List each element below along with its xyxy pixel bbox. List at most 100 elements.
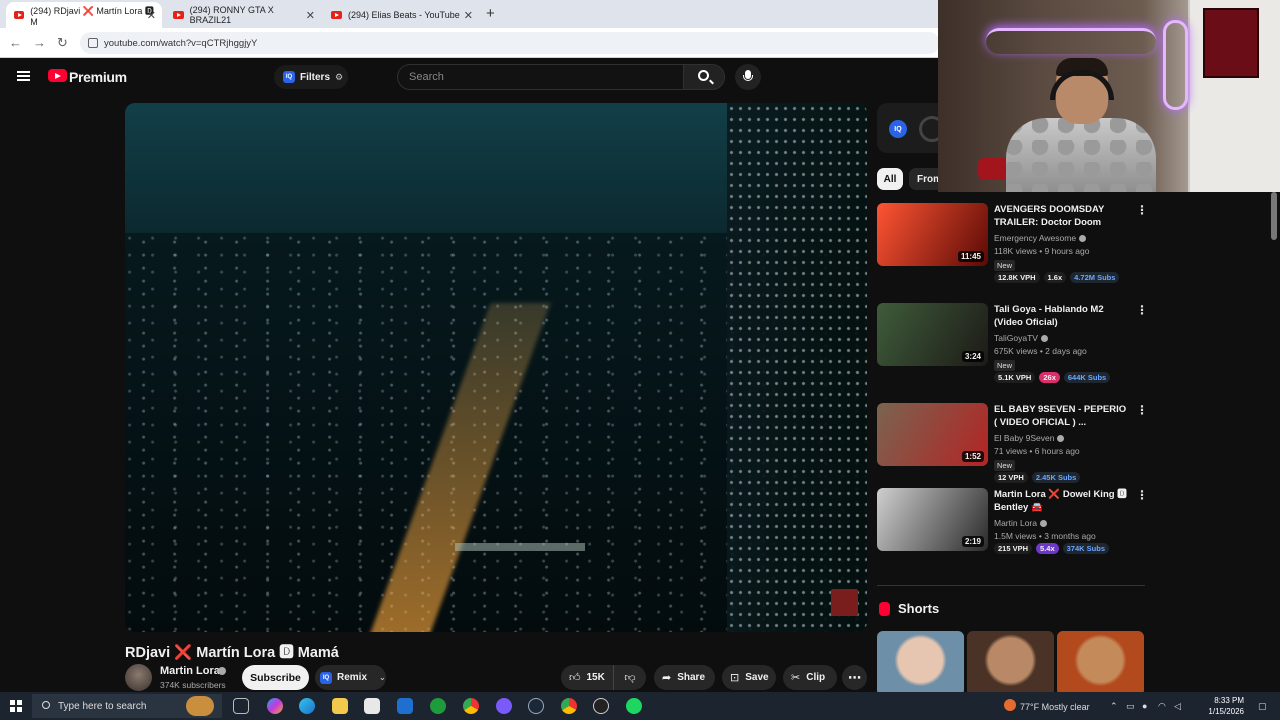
forward-icon[interactable]: → — [33, 35, 46, 50]
channel-name[interactable]: Martin Lora — [160, 665, 220, 677]
close-tab-icon[interactable]: ✕ — [147, 9, 156, 22]
url-field[interactable]: youtube.com/watch?v=qCTRjhggjyY — [80, 32, 940, 54]
recommendation-title[interactable]: AVENGERS DOOMSDAY TRAILER: Doctor Doom H… — [994, 203, 1128, 229]
reload-icon[interactable]: ↻ — [57, 35, 68, 51]
recommendation-channel[interactable]: Martin Lora — [994, 518, 1047, 528]
recommendation-item[interactable]: 11:45 AVENGERS DOOMSDAY TRAILER: Doctor … — [877, 203, 1148, 288]
dislike-button[interactable]: 👎︎ — [613, 665, 646, 690]
steam-icon[interactable] — [528, 698, 544, 714]
more-actions-button[interactable]: ⋯ — [842, 665, 867, 690]
browser-tab[interactable]: (294) Elias Beats - YouTube ✕ — [323, 2, 479, 28]
video-thumbnail[interactable]: 3:24 — [877, 303, 988, 366]
recommendation-channel[interactable]: TaliGoyaTV — [994, 333, 1048, 343]
webcam-streamer — [1006, 58, 1156, 192]
premium-logo-text[interactable]: Premium — [69, 69, 127, 85]
like-button[interactable]: 👍︎ 15K — [561, 665, 613, 690]
file-explorer-icon[interactable] — [332, 698, 348, 714]
recommendation-meta: 118K views • 9 hours ago — [994, 246, 1090, 256]
microphone-tray-icon[interactable]: ● — [1142, 701, 1147, 711]
video-thumbnail[interactable]: 11:45 — [877, 203, 988, 266]
recommendation-item[interactable]: 2:19 Martin Lora ❌ Dowel King 🅳 Bentley … — [877, 488, 1148, 558]
chrome-icon[interactable] — [463, 698, 479, 714]
notifications-icon[interactable]: ▢ — [1258, 701, 1267, 712]
weather-icon[interactable] — [1004, 699, 1016, 711]
youtube-logo-icon[interactable] — [48, 69, 67, 82]
task-view-icon[interactable] — [233, 698, 249, 714]
search-input[interactable]: Search — [397, 64, 683, 90]
windows-start-icon[interactable] — [10, 700, 22, 712]
hamburger-menu-icon[interactable] — [17, 71, 30, 81]
volume-icon[interactable]: ◁ — [1174, 701, 1181, 712]
xbox-icon[interactable] — [430, 698, 446, 714]
stats-row: 5.1K VPH 26x 644K Subs — [994, 372, 1111, 383]
copilot-icon[interactable] — [267, 698, 283, 714]
clock-date: 1/15/2026 — [1208, 707, 1244, 716]
weather-text[interactable]: 77°F Mostly clear — [1020, 702, 1090, 712]
video-thumbnail[interactable]: 2:19 — [877, 488, 988, 551]
tab-title: (294) Elias Beats - YouTube — [348, 10, 460, 20]
recommendation-item[interactable]: 1:52 EL BABY 9SEVEN - PEPERIO ( VIDEO OF… — [877, 403, 1148, 488]
search-button[interactable] — [683, 64, 725, 90]
short-thumbnail[interactable] — [877, 631, 964, 696]
recommendation-title[interactable]: Martin Lora ❌ Dowel King 🅳 Bentley 🚘 — [994, 488, 1128, 514]
close-tab-icon[interactable]: ✕ — [306, 9, 315, 22]
short-thumbnail[interactable] — [967, 631, 1054, 696]
new-badge: New — [994, 360, 1016, 371]
subscribe-button[interactable]: Subscribe — [242, 665, 309, 690]
channel-avatar[interactable] — [125, 664, 152, 691]
scrollbar-thumb[interactable] — [1271, 192, 1277, 240]
video-player[interactable] — [125, 103, 867, 632]
duration-badge: 2:19 — [961, 536, 984, 547]
video-title: RDjavi ❌ Martín Lora 🅳 Mamá — [125, 645, 339, 661]
video-thumbnail[interactable]: 1:52 — [877, 403, 988, 466]
filters-button[interactable]: IQ Filters ⚙ — [274, 65, 348, 89]
duration-badge: 3:24 — [961, 351, 984, 362]
edge-icon[interactable] — [299, 698, 315, 714]
subs-badge: 4.72M Subs — [1070, 272, 1120, 283]
new-tab-icon[interactable]: + — [486, 5, 495, 22]
search-icon — [42, 701, 50, 709]
back-icon[interactable]: ← — [9, 35, 22, 50]
site-info-icon[interactable] — [88, 38, 98, 48]
discord-icon[interactable] — [496, 698, 512, 714]
verified-icon — [1040, 335, 1048, 343]
video-frame-bridge — [455, 543, 585, 551]
subscriber-count: 374K subscribers — [160, 680, 226, 690]
channel-watermark[interactable] — [831, 589, 858, 616]
save-button[interactable]: ⊡ Save — [722, 665, 776, 690]
more-options-icon[interactable]: ⋮ — [1136, 403, 1148, 417]
network-icon[interactable]: ▭ — [1126, 701, 1135, 712]
webcam-wall-frame — [1203, 8, 1259, 78]
recommendation-item[interactable]: 3:24 Tali Goya - Hablando M2 (Video Ofic… — [877, 303, 1148, 388]
more-options-icon[interactable]: ⋮ — [1136, 303, 1148, 317]
browser-tab[interactable]: (294) RDjavi ❌ Martín Lora 🅳 M ✕ — [6, 2, 162, 28]
wifi-icon[interactable]: ◠ — [1158, 701, 1166, 712]
clock[interactable]: 8:33 PM 1/15/2026 — [1196, 695, 1244, 717]
vph-badge: 215 VPH — [994, 543, 1033, 554]
youtube-favicon-icon — [173, 11, 184, 19]
voice-search-button[interactable] — [735, 64, 761, 90]
clip-button[interactable]: ✂ Clip — [783, 665, 837, 690]
chip-all[interactable]: All — [877, 168, 903, 190]
close-tab-icon[interactable]: ✕ — [464, 9, 473, 22]
obs-icon[interactable] — [593, 698, 609, 714]
show-hidden-icons-icon[interactable]: ⌃ — [1110, 701, 1118, 712]
remix-button[interactable]: IQ Remix ⌄ — [315, 665, 386, 690]
share-button[interactable]: ➦ Share — [654, 665, 715, 690]
recommendation-title[interactable]: Tali Goya - Hablando M2 (Video Oficial) — [994, 303, 1128, 329]
recommendation-channel[interactable]: Emergency Awesome — [994, 233, 1087, 243]
mail-icon[interactable] — [397, 698, 413, 714]
stats-row: 215 VPH 5.4x 374K Subs — [994, 543, 1109, 554]
youtube-header: Premium IQ Filters ⚙ Search — [0, 58, 938, 96]
search-highlight-icon[interactable] — [186, 696, 214, 716]
store-icon[interactable] — [364, 698, 380, 714]
browser-tab[interactable]: (294) RONNY GTA X BRAZIL21 ✕ — [165, 2, 321, 28]
recommendation-title[interactable]: EL BABY 9SEVEN - PEPERIO ( VIDEO OFICIAL… — [994, 403, 1128, 429]
more-options-icon[interactable]: ⋮ — [1136, 203, 1148, 217]
recommendation-channel[interactable]: El Baby 9Seven — [994, 433, 1065, 443]
spotify-icon[interactable] — [626, 698, 642, 714]
more-options-icon[interactable]: ⋮ — [1136, 488, 1148, 502]
chrome-icon[interactable] — [561, 698, 577, 714]
short-thumbnail[interactable] — [1057, 631, 1144, 696]
iq-side-widget[interactable]: IQ — [877, 103, 947, 153]
